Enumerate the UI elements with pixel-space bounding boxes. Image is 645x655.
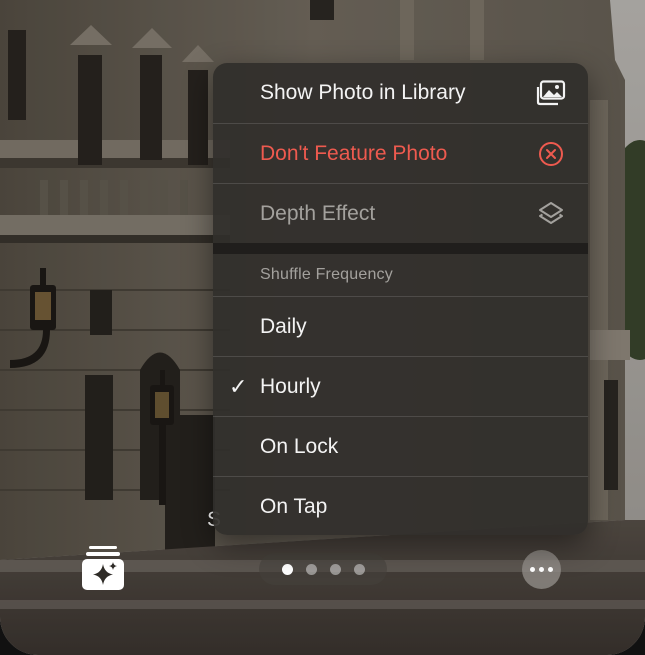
ellipsis-icon-dot — [548, 567, 553, 572]
option-daily[interactable]: Daily — [213, 296, 588, 356]
photo-stack-sparkle-icon — [82, 546, 124, 590]
option-on-lock[interactable]: On Lock — [213, 416, 588, 476]
layers-icon — [536, 199, 566, 229]
ellipsis-icon-dot — [530, 567, 535, 572]
menu-item-dont-feature-photo[interactable]: Don't Feature Photo — [213, 123, 588, 183]
page-dot-1[interactable] — [281, 563, 293, 575]
option-on-tap[interactable]: On Tap — [213, 476, 588, 535]
option-hourly[interactable]: ✓ Hourly — [213, 356, 588, 416]
page-dot-3[interactable] — [329, 563, 341, 575]
option-label: Hourly — [260, 374, 321, 398]
checkmark-icon: ✓ — [229, 373, 248, 399]
menu-section-separator — [213, 243, 588, 254]
page-indicator[interactable] — [259, 553, 387, 585]
photo-library-button[interactable] — [82, 546, 124, 590]
more-options-button[interactable] — [522, 550, 561, 589]
x-circle-icon — [536, 139, 566, 169]
section-title-shuffle-frequency: Shuffle Frequency — [260, 266, 393, 283]
photo-library-icon — [536, 78, 566, 108]
menu-item-show-photo-in-library[interactable]: Show Photo in Library — [213, 63, 588, 123]
menu-item-label: Show Photo in Library — [260, 81, 466, 104]
page-dot-4[interactable] — [353, 563, 365, 575]
option-label: On Lock — [260, 434, 339, 458]
menu-item-label: Don't Feature Photo — [260, 141, 448, 165]
menu-item-depth-effect[interactable]: Depth Effect — [213, 183, 588, 243]
option-label: On Tap — [260, 494, 328, 518]
option-label: Daily — [260, 314, 307, 338]
menu-item-label: Depth Effect — [260, 201, 376, 225]
page-dot-2[interactable] — [305, 563, 317, 575]
ellipsis-icon-dot — [539, 567, 544, 572]
context-menu: Show Photo in Library Don't Feature Phot… — [213, 63, 588, 535]
